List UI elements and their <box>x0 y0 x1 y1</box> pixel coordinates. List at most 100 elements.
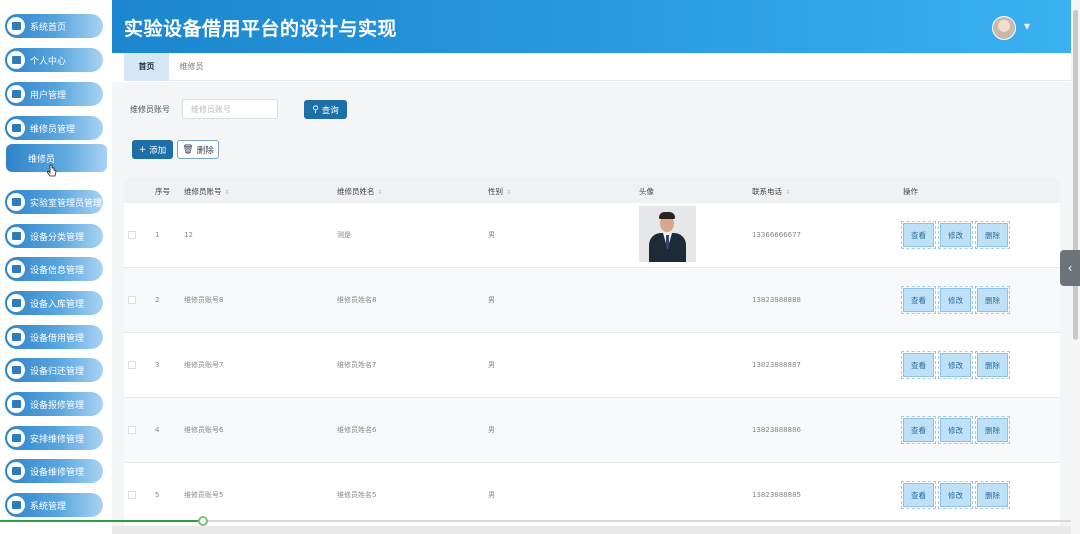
sidebar-item[interactable]: 个人中心 <box>5 48 103 72</box>
avatar[interactable] <box>992 16 1016 40</box>
category-icon <box>7 227 25 245</box>
search-input[interactable] <box>182 99 278 119</box>
sidebar-item[interactable]: 设备信息管理 <box>5 257 103 281</box>
cell-account: 维修员账号8 <box>184 296 224 304</box>
delete-button[interactable]: 删除 <box>975 416 1010 444</box>
delete-button[interactable]: 删除 <box>975 481 1010 509</box>
header: 实验设备借用平台的设计与实现 ▼ <box>112 0 1071 53</box>
table-row: 3 维修员账号7 维修员姓名7 男 13823888887 查看 修改 删除 <box>124 333 1060 398</box>
edit-button[interactable]: 修改 <box>938 221 973 249</box>
row-checkbox[interactable] <box>128 231 136 239</box>
cell-account: 维修员账号6 <box>184 426 224 434</box>
sidebar-item[interactable]: 系统首页 <box>5 14 103 38</box>
cell-no: 2 <box>155 296 160 304</box>
chevron-left-icon: ‹ <box>1067 261 1073 275</box>
grid-icon <box>7 294 25 312</box>
edit-button[interactable]: 修改 <box>938 286 973 314</box>
send-icon <box>7 429 25 447</box>
pointer-cursor-icon <box>47 164 57 177</box>
sidebar-item[interactable]: 设备入库管理 <box>5 291 103 315</box>
list-icon <box>7 260 25 278</box>
tab-repairman[interactable]: 维修员 <box>169 53 214 81</box>
search-icon: ⚲ <box>312 104 319 115</box>
add-button[interactable]: + 添加 <box>132 140 173 159</box>
monitor-icon <box>7 361 25 379</box>
delete-button[interactable]: 删除 <box>975 351 1010 379</box>
cell-phone: 13823888888 <box>752 296 801 304</box>
sidebar-item[interactable]: 设备分类管理 <box>5 224 103 248</box>
repairman-table: 序号 维修员账号 ⇕ 维修员姓名 ⇕ 性别 ⇕ 头像 联系电话 ⇕ 操作 1 12 测是男 1… <box>124 178 1060 534</box>
grid-icon <box>7 119 25 137</box>
search-button[interactable]: ⚲ 查询 <box>304 100 347 119</box>
sidebar-item[interactable]: 设备维修管理 <box>5 459 103 483</box>
sidebar-item[interactable]: 设备报修管理 <box>5 392 103 416</box>
edit-button[interactable]: 修改 <box>938 416 973 444</box>
row-checkbox[interactable] <box>128 296 136 304</box>
table-row: 1 12 测是 男 13366666677 查看 修改 删除 <box>124 203 1060 268</box>
delete-button[interactable]: 删除 <box>975 221 1010 249</box>
avatar-photo <box>639 206 696 262</box>
cell-phone: 13366666677 <box>752 231 801 239</box>
sort-icon: ⇕ <box>224 189 230 196</box>
row-checkbox[interactable] <box>128 491 136 499</box>
chevron-down-icon[interactable]: ▼ <box>1024 22 1030 31</box>
table-row: 4 维修员账号6 维修员姓名6 男 13823888886 查看 修改 删除 <box>124 398 1060 463</box>
sidebar-item[interactable]: 维修员管理 <box>5 116 103 140</box>
sidebar-item-label: 安排维修管理 <box>30 434 85 445</box>
row-checkbox[interactable] <box>128 426 136 434</box>
sidebar-item[interactable]: 安排维修管理 <box>5 426 103 450</box>
cell-gender: 男 <box>488 231 495 239</box>
app-title: 实验设备借用平台的设计与实现 <box>124 18 398 40</box>
sidebar-item-label: 维修员管理 <box>30 124 76 135</box>
view-button[interactable]: 查看 <box>901 416 936 444</box>
col-header-actions: 操作 <box>903 187 918 196</box>
sidebar-item[interactable]: 系统管理 <box>5 493 103 517</box>
trash-icon: 🗑 <box>182 144 194 155</box>
cell-no: 5 <box>155 491 160 499</box>
sidebar-item-label: 设备归还管理 <box>30 366 85 377</box>
row-checkbox[interactable] <box>128 361 136 369</box>
add-button-label: 添加 <box>149 145 167 156</box>
table-row: 5 维修员账号5 维修员姓名5 男 13823888885 查看 修改 删除 <box>124 463 1060 528</box>
edit-button[interactable]: 修改 <box>938 351 973 379</box>
sidebar-item[interactable]: 设备归还管理 <box>5 358 103 382</box>
sidebar-item[interactable]: 实验室管理员管理 <box>5 190 103 214</box>
borrow-icon <box>7 328 25 346</box>
repair-icon <box>7 462 25 480</box>
tab-home[interactable]: 首页 <box>124 53 169 81</box>
lab-icon <box>7 193 25 211</box>
view-button[interactable]: 查看 <box>901 481 936 509</box>
col-header-gender[interactable]: 性别 ⇕ <box>488 186 511 197</box>
view-button[interactable]: 查看 <box>901 286 936 314</box>
col-header-account[interactable]: 维修员账号 ⇕ <box>184 186 230 197</box>
view-button[interactable]: 查看 <box>901 351 936 379</box>
cell-no: 3 <box>155 361 160 369</box>
sidebar-item[interactable]: 设备借用管理 <box>5 325 103 349</box>
plus-icon: + <box>138 144 147 155</box>
cell-name: 测是 <box>337 231 351 239</box>
view-button[interactable]: 查看 <box>901 221 936 249</box>
cell-phone: 13823888887 <box>752 361 801 369</box>
sidebar-item-label: 个人中心 <box>30 56 67 67</box>
sidebar-item[interactable]: 用户管理 <box>5 82 103 106</box>
profile-icon <box>7 51 25 69</box>
batch-delete-button[interactable]: 🗑 删除 <box>177 140 219 159</box>
cell-no: 4 <box>155 426 160 434</box>
delete-button[interactable]: 删除 <box>975 286 1010 314</box>
sidebar-item-label: 设备维修管理 <box>30 467 85 478</box>
col-header-phone[interactable]: 联系电话 ⇕ <box>752 186 790 197</box>
col-header-name[interactable]: 维修员姓名 ⇕ <box>337 186 383 197</box>
grid-icon <box>7 496 25 514</box>
scrollbar-thumb[interactable] <box>1073 10 1078 340</box>
cell-gender: 男 <box>488 426 495 434</box>
cell-account: 维修员账号5 <box>184 491 224 499</box>
collapse-handle[interactable]: ‹ <box>1060 250 1080 286</box>
search-button-label: 查询 <box>321 105 339 116</box>
batch-delete-label: 删除 <box>196 145 214 156</box>
sidebar-item-label: 设备分类管理 <box>30 232 85 243</box>
cell-account: 12 <box>184 231 193 239</box>
horizontal-scrollbar[interactable] <box>112 526 1071 534</box>
cell-phone: 13823888885 <box>752 491 801 499</box>
edit-button[interactable]: 修改 <box>938 481 973 509</box>
sort-icon: ⇕ <box>377 189 383 196</box>
